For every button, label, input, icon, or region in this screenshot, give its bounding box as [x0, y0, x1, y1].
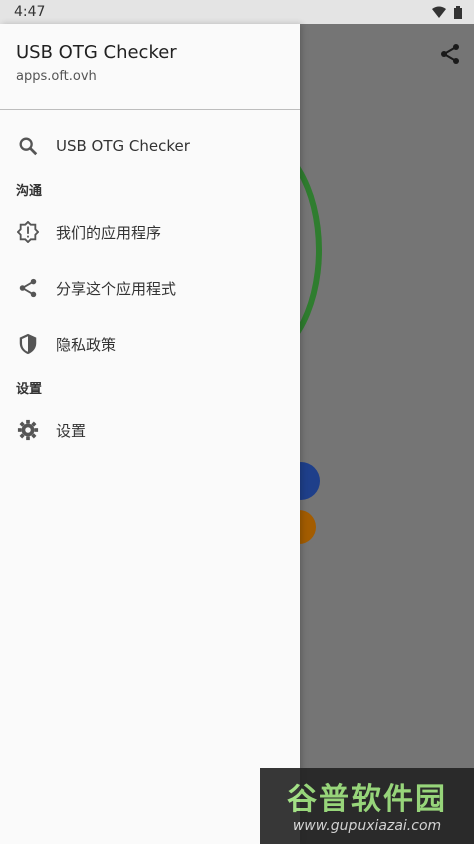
drawer-item-our-apps[interactable]: 我们的应用程序	[0, 204, 300, 260]
drawer-item-settings[interactable]: 设置	[0, 402, 300, 458]
drawer-item-privacy-policy[interactable]: 隐私政策	[0, 316, 300, 372]
share-icon	[441, 44, 459, 64]
shield-icon	[16, 332, 40, 356]
drawer-header: USB OTG Checker apps.oft.ovh	[0, 24, 300, 110]
watermark: 谷普软件园 www.gupuxiazai.com	[260, 768, 474, 844]
drawer-item-label: USB OTG Checker	[56, 137, 190, 155]
drawer-item-label: 隐私政策	[56, 335, 117, 354]
app-subtitle: apps.oft.ovh	[16, 69, 97, 84]
section-communication: 沟通	[16, 183, 43, 199]
info-badge-icon	[16, 220, 40, 244]
drawer-item-label: 设置	[56, 421, 87, 440]
drawer-item-label: 分享这个应用程式	[56, 279, 177, 298]
drawer-item-share-app[interactable]: 分享这个应用程式	[0, 260, 300, 316]
battery-icon	[454, 5, 462, 19]
watermark-title: 谷普软件园	[287, 782, 447, 817]
app-title: USB OTG Checker	[16, 42, 177, 63]
watermark-url: www.gupuxiazai.com	[292, 818, 442, 834]
status-bar: 4:47	[0, 0, 474, 24]
search-icon	[16, 134, 40, 158]
status-icons	[432, 5, 462, 19]
wifi-icon	[432, 6, 446, 18]
drawer-item-usb-otg-checker[interactable]: USB OTG Checker	[0, 118, 300, 174]
status-time: 4:47	[14, 4, 46, 20]
navigation-drawer: USB OTG Checker apps.oft.ovh USB OTG Che…	[0, 24, 300, 844]
share-button[interactable]	[438, 42, 462, 66]
drawer-item-label: 我们的应用程序	[56, 223, 162, 242]
share-icon	[16, 276, 40, 300]
section-settings: 设置	[16, 381, 43, 397]
gear-icon	[16, 418, 40, 442]
